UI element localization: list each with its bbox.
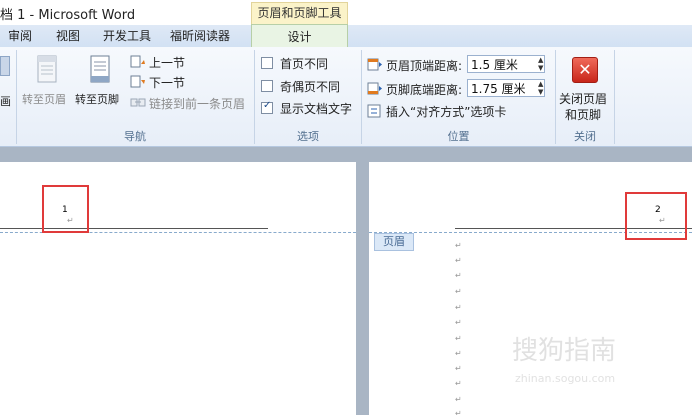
footer-bottom-distance-input[interactable]: 1.75 厘米	[467, 79, 545, 97]
header-position-icon	[367, 58, 382, 71]
odd-even-checkbox-box[interactable]	[261, 80, 273, 92]
header-top-distance-label: 页眉顶端距离:	[386, 59, 463, 73]
goto-footer-label: 转至页脚	[75, 93, 119, 106]
show-document-text-label: 显示文档文字	[280, 102, 353, 116]
next-section-button[interactable]: 下一节	[130, 74, 200, 90]
navigation-group-label: 导航	[124, 130, 146, 143]
goto-footer-button[interactable]: 转至页脚	[74, 53, 126, 111]
paragraph-mark: ↵	[455, 303, 462, 312]
first-page-checkbox-box[interactable]	[261, 57, 273, 69]
window-title: 档 1 - Microsoft Word	[0, 8, 136, 23]
close-header-footer-label-line1: 关闭页眉	[559, 92, 608, 106]
next-section-label: 下一节	[149, 76, 186, 90]
link-icon	[130, 98, 146, 107]
show-document-text-checkbox-box[interactable]	[261, 100, 273, 114]
header-top-distance-control: 页眉顶端距离: 1.5 厘米 ▲ ▼	[367, 55, 552, 73]
footer-bottom-distance-label: 页脚底端距离:	[386, 83, 463, 97]
link-to-previous-label: 链接到前一条页眉	[149, 97, 246, 111]
header-top-distance-input[interactable]: 1.5 厘米	[467, 55, 545, 73]
insert-alignment-tab-button[interactable]: 插入“对齐方式”选项卡	[367, 103, 552, 119]
position-group-label: 位置	[447, 130, 470, 143]
goto-header-label: 转至页眉	[22, 93, 66, 106]
show-document-text-checkbox[interactable]: 显示文档文字	[261, 100, 356, 116]
insert-alignment-tab-label: 插入“对齐方式”选项卡	[386, 105, 507, 119]
prev-section-button[interactable]: 上一节	[130, 54, 200, 70]
next-section-icon	[130, 75, 145, 88]
goto-header-button[interactable]: 转至页眉	[22, 53, 72, 111]
paragraph-mark: ↵	[455, 379, 462, 388]
header-top-spinner[interactable]: ▲ ▼	[538, 56, 543, 72]
goto-footer-icon	[90, 55, 110, 83]
paragraph-mark: ↵	[455, 241, 462, 250]
close-icon: ✕	[572, 57, 598, 83]
paragraph-mark: ↵	[455, 364, 462, 373]
paragraph-mark: ↵	[455, 349, 462, 358]
close-header-footer-button[interactable]: ✕ 关闭页眉 和页脚	[558, 53, 612, 123]
first-page-different-checkbox[interactable]: 首页不同	[261, 55, 356, 71]
first-page-different-label: 首页不同	[280, 57, 329, 71]
watermark-logo: 搜狗指南	[512, 336, 617, 366]
header-rule-page-1	[0, 228, 268, 229]
paragraph-mark: ↵	[455, 395, 462, 404]
paragraph-mark: ↵	[455, 334, 462, 343]
odd-even-different-label: 奇偶页不同	[280, 80, 341, 94]
prev-section-icon	[130, 55, 145, 68]
highlight-box-page-1	[42, 185, 89, 233]
prev-section-label: 上一节	[149, 56, 186, 70]
header-tag: 页眉	[374, 233, 414, 251]
group-separator	[614, 50, 615, 144]
footer-bottom-spinner[interactable]: ▲ ▼	[538, 80, 543, 96]
paragraph-mark: ↵	[455, 287, 462, 296]
tab-review[interactable]: 审阅	[8, 25, 32, 47]
paragraph-mark: ↵	[455, 256, 462, 265]
close-header-footer-label-line2: 和页脚	[565, 108, 602, 122]
paragraph-mark: ↵	[455, 318, 462, 327]
options-group-label: 选项	[297, 130, 319, 143]
partial-label: 画	[0, 95, 11, 108]
watermark-url: zhinan.sogou.com	[515, 372, 616, 385]
footer-position-icon	[367, 82, 382, 95]
tab-foxit-reader[interactable]: 福昕阅读器	[170, 25, 230, 47]
tab-design[interactable]: 设计	[251, 24, 348, 49]
highlight-box-page-2	[625, 192, 687, 240]
link-to-previous-button[interactable]: 链接到前一条页眉	[130, 95, 252, 111]
alignment-tab-icon	[367, 104, 381, 118]
partial-icon	[0, 56, 10, 76]
paragraph-mark: ↵	[455, 409, 462, 418]
close-group-label: 关闭	[574, 130, 596, 143]
tab-developer[interactable]: 开发工具	[103, 25, 151, 47]
goto-header-icon	[37, 55, 57, 83]
tab-view[interactable]: 视图	[56, 25, 80, 47]
contextual-tab-title: 页眉和页脚工具	[251, 2, 348, 25]
paragraph-mark: ↵	[455, 271, 462, 280]
footer-bottom-distance-control: 页脚底端距离: 1.75 厘米 ▲ ▼	[367, 79, 552, 97]
odd-even-different-checkbox[interactable]: 奇偶页不同	[261, 78, 356, 94]
